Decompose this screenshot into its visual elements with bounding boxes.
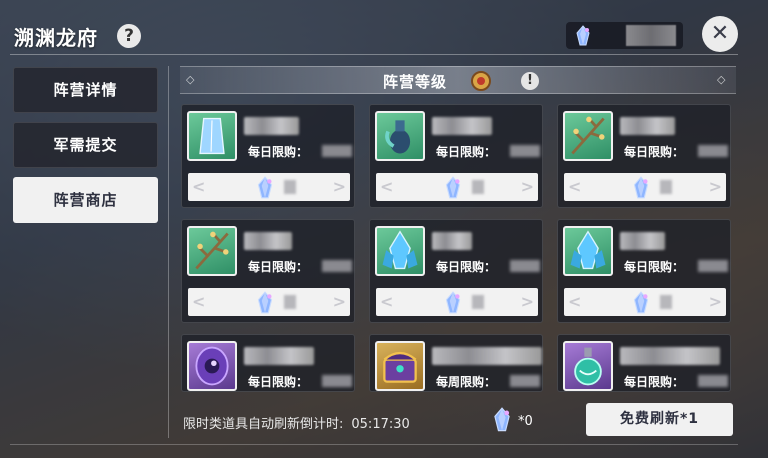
shop-item-card[interactable]: 每日限购： < > (181, 104, 355, 208)
item-name (244, 117, 299, 135)
crystal-cluster-icon (375, 226, 425, 276)
sidebar-divider (168, 66, 169, 438)
purchase-limit-value (698, 145, 728, 157)
crystal-icon (572, 25, 594, 51)
price-value (284, 180, 296, 194)
purchase-limit-label: 每日限购： (436, 260, 497, 274)
treasure-chest-icon (375, 341, 425, 391)
purchase-limit-label: 每周限购： (436, 375, 497, 389)
purchase-limit-value (322, 145, 352, 157)
camp-level-bar: ◇ 阵营等级 ! ◇ (180, 66, 736, 94)
price-crystal-icon (440, 176, 466, 204)
purchase-limit-label: 每日限购： (248, 375, 309, 389)
close-button[interactable]: ✕ (702, 16, 738, 52)
purchase-limit-value (510, 145, 540, 157)
chevron-right-icon: > (520, 177, 534, 196)
level-medal-icon (470, 70, 492, 96)
vase-icon (375, 111, 425, 161)
price-value (660, 180, 672, 194)
potion-icon (563, 341, 613, 391)
refresh-timer: 限时类道具自动刷新倒计时: 05:17:30 (183, 413, 410, 432)
buy-button[interactable]: < > (376, 288, 538, 316)
item-name (244, 347, 314, 365)
currency-display (566, 22, 683, 49)
item-name (432, 232, 472, 250)
page-title: 溯渊龙府 (14, 26, 98, 50)
tab-camp-shop[interactable]: 阵营商店 (13, 177, 158, 223)
ice-crystal-icon (187, 111, 237, 161)
timer-value: 05:17:30 (351, 417, 410, 432)
purchase-limit-value (510, 260, 540, 272)
price-crystal-icon (628, 176, 654, 204)
chevron-right-icon: > (332, 177, 346, 196)
price-value (472, 180, 484, 194)
buy-button[interactable]: < > (188, 288, 350, 316)
buy-button[interactable]: < > (564, 288, 726, 316)
crystal-cluster-icon (563, 226, 613, 276)
purchase-limit-value (698, 375, 728, 387)
header-divider (10, 54, 738, 55)
timer-label: 限时类道具自动刷新倒计时: (183, 417, 344, 432)
shop-item-card[interactable]: 每日限购： < > (369, 104, 543, 208)
purchase-limit-label: 每日限购： (248, 260, 309, 274)
shop-item-card[interactable]: 每日限购： (181, 334, 355, 392)
branch-icon (187, 226, 237, 276)
price-crystal-icon (252, 176, 278, 204)
chevron-right-icon: > (332, 292, 346, 311)
item-name (432, 117, 492, 135)
refresh-currency-count: *0 (518, 414, 533, 429)
price-value (284, 295, 296, 309)
purchase-limit-label: 每日限购： (624, 145, 685, 159)
chevron-left-icon: < (192, 177, 206, 196)
free-refresh-button[interactable]: 免费刷新*1 (586, 403, 733, 436)
level-info-icon[interactable]: ! (521, 72, 539, 90)
chevron-right-icon: > (708, 177, 722, 196)
item-name (432, 347, 542, 365)
refresh-currency-icon (489, 407, 515, 437)
branch-icon (563, 111, 613, 161)
buy-button[interactable]: < > (376, 173, 538, 201)
currency-amount (626, 25, 676, 46)
chevron-left-icon: < (568, 177, 582, 196)
shop-item-card[interactable]: 每日限购： < > (557, 104, 731, 208)
ornament-left-icon: ◇ (186, 73, 195, 86)
purchase-limit-label: 每日限购： (248, 145, 309, 159)
purchase-limit-value (322, 375, 352, 387)
tab-camp-details[interactable]: 阵营详情 (13, 67, 158, 113)
shop-item-card[interactable]: 每日限购： (557, 334, 731, 392)
eye-orb-icon (187, 341, 237, 391)
price-value (660, 295, 672, 309)
purchase-limit-label: 每日限购： (624, 375, 685, 389)
chevron-right-icon: > (708, 292, 722, 311)
price-crystal-icon (440, 291, 466, 319)
item-name (620, 347, 720, 365)
shop-item-card[interactable]: 每日限购： < > (369, 219, 543, 323)
purchase-limit-value (510, 375, 540, 387)
shop-item-card[interactable]: 每日限购： < > (181, 219, 355, 323)
chevron-left-icon: < (192, 292, 206, 311)
chevron-left-icon: < (380, 177, 394, 196)
item-name (620, 232, 665, 250)
chevron-left-icon: < (568, 292, 582, 311)
purchase-limit-label: 每日限购： (436, 145, 497, 159)
footer-divider (10, 444, 738, 445)
price-crystal-icon (628, 291, 654, 319)
chevron-left-icon: < (380, 292, 394, 311)
shop-item-card[interactable]: 每日限购： < > (557, 219, 731, 323)
purchase-limit-value (322, 260, 352, 272)
buy-button[interactable]: < > (564, 173, 726, 201)
help-icon[interactable]: ? (117, 24, 141, 48)
tab-supply-submit[interactable]: 军需提交 (13, 122, 158, 168)
purchase-limit-label: 每日限购： (624, 260, 685, 274)
buy-button[interactable]: < > (188, 173, 350, 201)
chevron-right-icon: > (520, 292, 534, 311)
camp-level-label: 阵营等级 (383, 73, 448, 91)
price-value (472, 295, 484, 309)
ornament-right-icon: ◇ (717, 73, 726, 86)
purchase-limit-value (698, 260, 728, 272)
price-crystal-icon (252, 291, 278, 319)
item-name (244, 232, 292, 250)
shop-item-card[interactable]: 每周限购： (369, 334, 543, 392)
item-name (620, 117, 675, 135)
